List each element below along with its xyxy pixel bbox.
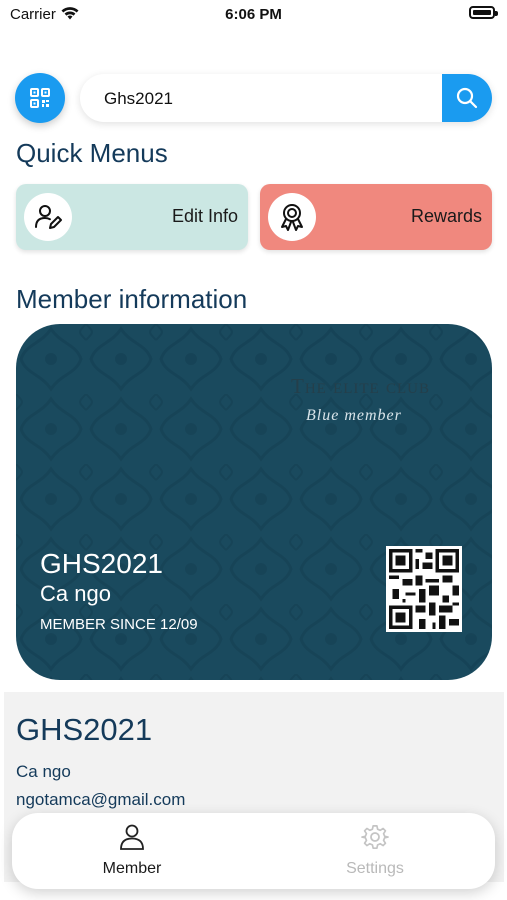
qr-scan-button[interactable]	[15, 73, 65, 123]
tab-settings[interactable]: Settings	[295, 823, 455, 878]
rewards-button[interactable]: Rewards	[260, 184, 492, 250]
search-input[interactable]	[102, 74, 436, 122]
status-time: 6:06 PM	[225, 6, 282, 23]
search-icon	[456, 87, 478, 109]
membership-card[interactable]: The elite club Blue member GHS2021 Ca ng…	[16, 324, 492, 680]
member-qr-code	[386, 546, 462, 632]
gear-icon	[361, 825, 389, 850]
tab-bar: Member Settings	[12, 813, 495, 889]
membership-tier: Blue member	[306, 407, 402, 424]
battery-icon	[469, 6, 498, 19]
search-button[interactable]	[442, 74, 492, 122]
tab-member[interactable]: Member	[52, 823, 212, 878]
edit-info-label: Edit Info	[171, 206, 238, 226]
member-name: Ca ngo	[16, 762, 71, 781]
member-email: ngotamca@gmail.com	[16, 790, 186, 809]
rewards-label: Rewards	[410, 206, 482, 226]
tab-member-label: Member	[102, 860, 162, 877]
club-title: The elite club	[291, 374, 430, 398]
user-icon	[120, 824, 144, 850]
quick-menus-title: Quick Menus	[16, 138, 168, 168]
award-ribbon-icon	[268, 193, 316, 241]
tab-settings-label: Settings	[346, 860, 404, 877]
edit-user-icon	[24, 193, 72, 241]
edit-info-button[interactable]: Edit Info	[16, 184, 248, 250]
card-member-name: Ca ngo	[40, 581, 111, 606]
status-bar: Carrier 6:06 PM	[0, 0, 507, 30]
card-member-code: GHS2021	[40, 548, 163, 579]
member-code: GHS2021	[16, 712, 153, 747]
qr-code-icon	[30, 88, 50, 108]
card-member-since: MEMBER SINCE 12/09	[40, 616, 198, 633]
member-information-title: Member information	[16, 284, 248, 314]
search-bar	[80, 74, 492, 122]
